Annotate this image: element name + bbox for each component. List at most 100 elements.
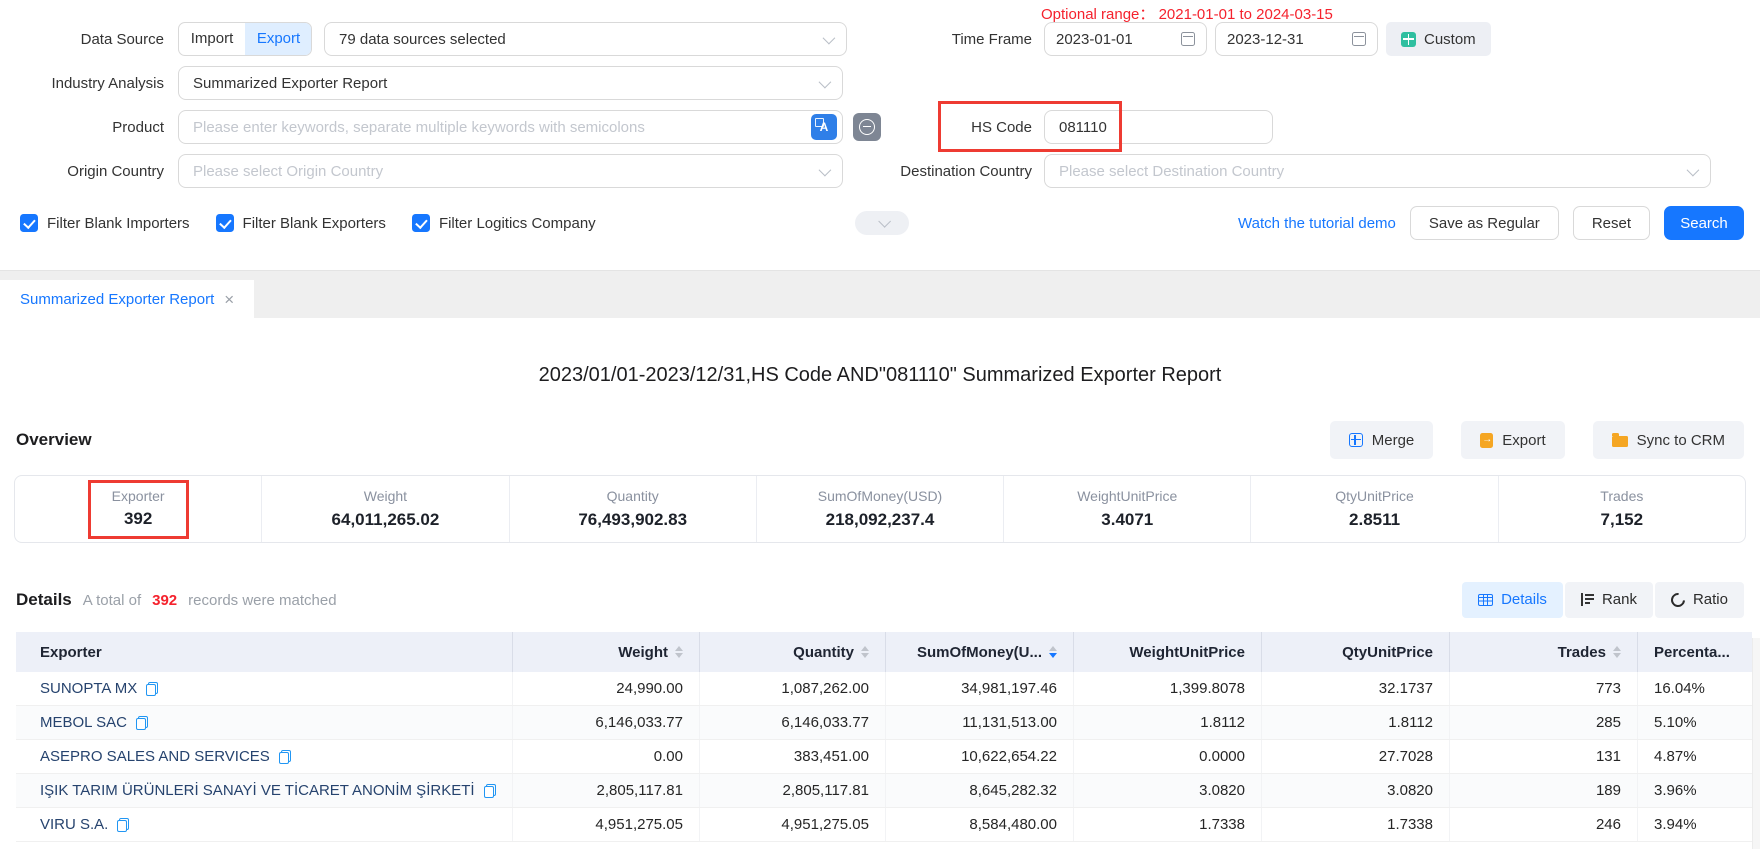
weight-unit-price-cell: 3.0820: [1074, 774, 1262, 807]
quantity-cell: 1,087,262.00: [700, 672, 886, 705]
export-label: Export: [1502, 432, 1545, 449]
percentage-cell: 16.04%: [1638, 672, 1752, 705]
sort-control[interactable]: [675, 646, 683, 659]
checkbox-filter-blank-exporters[interactable]: Filter Blank Exporters: [216, 214, 386, 232]
import-toggle[interactable]: Import: [179, 23, 245, 55]
qty-unit-price-cell: 27.7028: [1262, 740, 1450, 773]
merge-icon: [1349, 433, 1363, 447]
table-row: ASEPRO SALES AND SERVICES 0.00 383,451.0…: [16, 740, 1752, 774]
stat-trades: Trades 7,152: [1498, 476, 1745, 542]
report-title: 2023/01/01-2023/12/31,HS Code AND"081110…: [0, 364, 1760, 387]
column-header-quantity[interactable]: Quantity: [700, 632, 886, 672]
copy-icon[interactable]: [279, 750, 291, 764]
export-toggle[interactable]: Export: [245, 23, 311, 55]
column-label: WeightUnitPrice: [1129, 644, 1245, 661]
quantity-cell: 6,146,033.77: [700, 706, 886, 739]
stat-label: Weight: [364, 488, 407, 504]
details-heading: Details: [16, 590, 72, 610]
sort-control-active-desc[interactable]: [1049, 646, 1057, 659]
product-keywords-input[interactable]: [178, 110, 843, 144]
sum-of-money-cell: 8,645,282.32: [886, 774, 1074, 807]
sort-control[interactable]: [861, 646, 869, 659]
tab-bar: Summarized Exporter Report ×: [0, 270, 1760, 318]
percentage-cell: 3.96%: [1638, 774, 1752, 807]
weight-unit-price-cell: 1,399.8078: [1074, 672, 1262, 705]
sort-asc-icon: [1613, 646, 1621, 651]
tab-label: Summarized Exporter Report: [20, 291, 214, 308]
copy-icon[interactable]: [484, 784, 496, 798]
reset-button[interactable]: Reset: [1573, 206, 1650, 240]
time-frame-group: Time Frame Custom: [872, 22, 1491, 56]
details-summary: Details A total of 392 records were matc…: [16, 590, 337, 610]
destination-country-placeholder: Please select Destination Country: [1059, 163, 1284, 180]
copy-icon[interactable]: [117, 818, 129, 832]
trades-cell: 246: [1450, 808, 1638, 841]
save-as-regular-button[interactable]: Save as Regular: [1410, 206, 1559, 240]
merge-button[interactable]: Merge: [1330, 421, 1434, 459]
exporter-name-link[interactable]: ASEPRO SALES AND SERVICES: [40, 748, 270, 765]
search-button[interactable]: Search: [1664, 206, 1744, 240]
table-row: MEBOL SAC 6,146,033.77 6,146,033.77 11,1…: [16, 706, 1752, 740]
industry-analysis-label: Industry Analysis: [0, 75, 164, 92]
scrollbar[interactable]: [1752, 638, 1760, 849]
destination-country-select[interactable]: Please select Destination Country: [1044, 154, 1711, 188]
sort-desc-icon: [675, 653, 683, 658]
stat-label: WeightUnitPrice: [1077, 488, 1177, 504]
total-prefix: A total of: [83, 592, 141, 609]
export-button[interactable]: Export: [1461, 421, 1564, 459]
column-header-weight-unit-price: WeightUnitPrice: [1074, 632, 1262, 672]
stat-quantity: Quantity 76,493,902.83: [509, 476, 756, 542]
hs-code-input[interactable]: [1044, 110, 1273, 144]
tab-summarized-exporter-report[interactable]: Summarized Exporter Report ×: [0, 280, 254, 318]
end-date-field[interactable]: [1215, 22, 1378, 56]
overview-actions: Merge Export Sync to CRM: [1330, 421, 1744, 459]
copy-icon[interactable]: [146, 682, 158, 696]
sync-to-crm-button[interactable]: Sync to CRM: [1593, 421, 1744, 459]
sum-of-money-cell: 10,622,654.22: [886, 740, 1074, 773]
details-header: Details A total of 392 records were matc…: [16, 581, 1744, 618]
start-date-input[interactable]: [1056, 31, 1156, 48]
checkbox-filter-logistics-company[interactable]: Filter Logitics Company: [412, 214, 596, 232]
copy-icon[interactable]: [136, 716, 148, 730]
weight-cell: 24,990.00: [513, 672, 700, 705]
collapse-filters-button[interactable]: [855, 211, 909, 235]
column-label: Percenta...: [1654, 644, 1730, 661]
exporter-name-link[interactable]: SUNOPTA MX: [40, 680, 137, 697]
stat-label: QtyUnitPrice: [1335, 488, 1414, 504]
view-rank-button[interactable]: Rank: [1565, 582, 1653, 618]
exporter-name-link[interactable]: MEBOL SAC: [40, 714, 127, 731]
column-header-weight[interactable]: Weight: [513, 632, 700, 672]
overview-stats-card: Exporter 392 Weight 64,011,265.02 Quanti…: [14, 475, 1746, 543]
qty-unit-price-cell: 1.7338: [1262, 808, 1450, 841]
merge-label: Merge: [1372, 432, 1415, 449]
sync-label: Sync to CRM: [1637, 432, 1725, 449]
end-date-input[interactable]: [1227, 31, 1327, 48]
import-export-segmented: Import Export: [178, 22, 312, 56]
data-sources-select[interactable]: 79 data sources selected: [324, 22, 847, 56]
exporter-cell: VIRU S.A.: [16, 808, 513, 841]
stat-value: 64,011,265.02: [332, 510, 440, 530]
checkbox-checked-icon: [20, 214, 38, 232]
close-icon[interactable]: ×: [224, 291, 234, 308]
exporter-name-link[interactable]: IŞIK TARIM ÜRÜNLERİ SANAYİ VE TİCARET AN…: [40, 782, 475, 799]
column-label: SumOfMoney(U...: [917, 644, 1042, 661]
origin-country-select[interactable]: Please select Origin Country: [178, 154, 843, 188]
industry-analysis-select[interactable]: Summarized Exporter Report: [178, 66, 843, 100]
column-header-trades[interactable]: Trades: [1450, 632, 1638, 672]
custom-range-button[interactable]: Custom: [1386, 22, 1491, 56]
checkbox-checked-icon: [412, 214, 430, 232]
sort-asc-icon: [1049, 646, 1057, 651]
translate-icon[interactable]: [811, 114, 837, 140]
checkbox-filter-blank-importers[interactable]: Filter Blank Importers: [20, 214, 190, 232]
checkbox-checked-icon: [216, 214, 234, 232]
tutorial-demo-link[interactable]: Watch the tutorial demo: [1238, 215, 1396, 232]
start-date-field[interactable]: [1044, 22, 1207, 56]
view-ratio-button[interactable]: Ratio: [1655, 582, 1744, 618]
weight-cell: 4,951,275.05: [513, 808, 700, 841]
stat-value: 7,152: [1601, 510, 1644, 530]
column-header-sum-of-money[interactable]: SumOfMoney(U...: [886, 632, 1074, 672]
view-details-button[interactable]: Details: [1462, 582, 1563, 618]
export-file-icon: [1480, 433, 1493, 448]
exporter-name-link[interactable]: VIRU S.A.: [40, 816, 108, 833]
sort-control[interactable]: [1613, 646, 1621, 659]
